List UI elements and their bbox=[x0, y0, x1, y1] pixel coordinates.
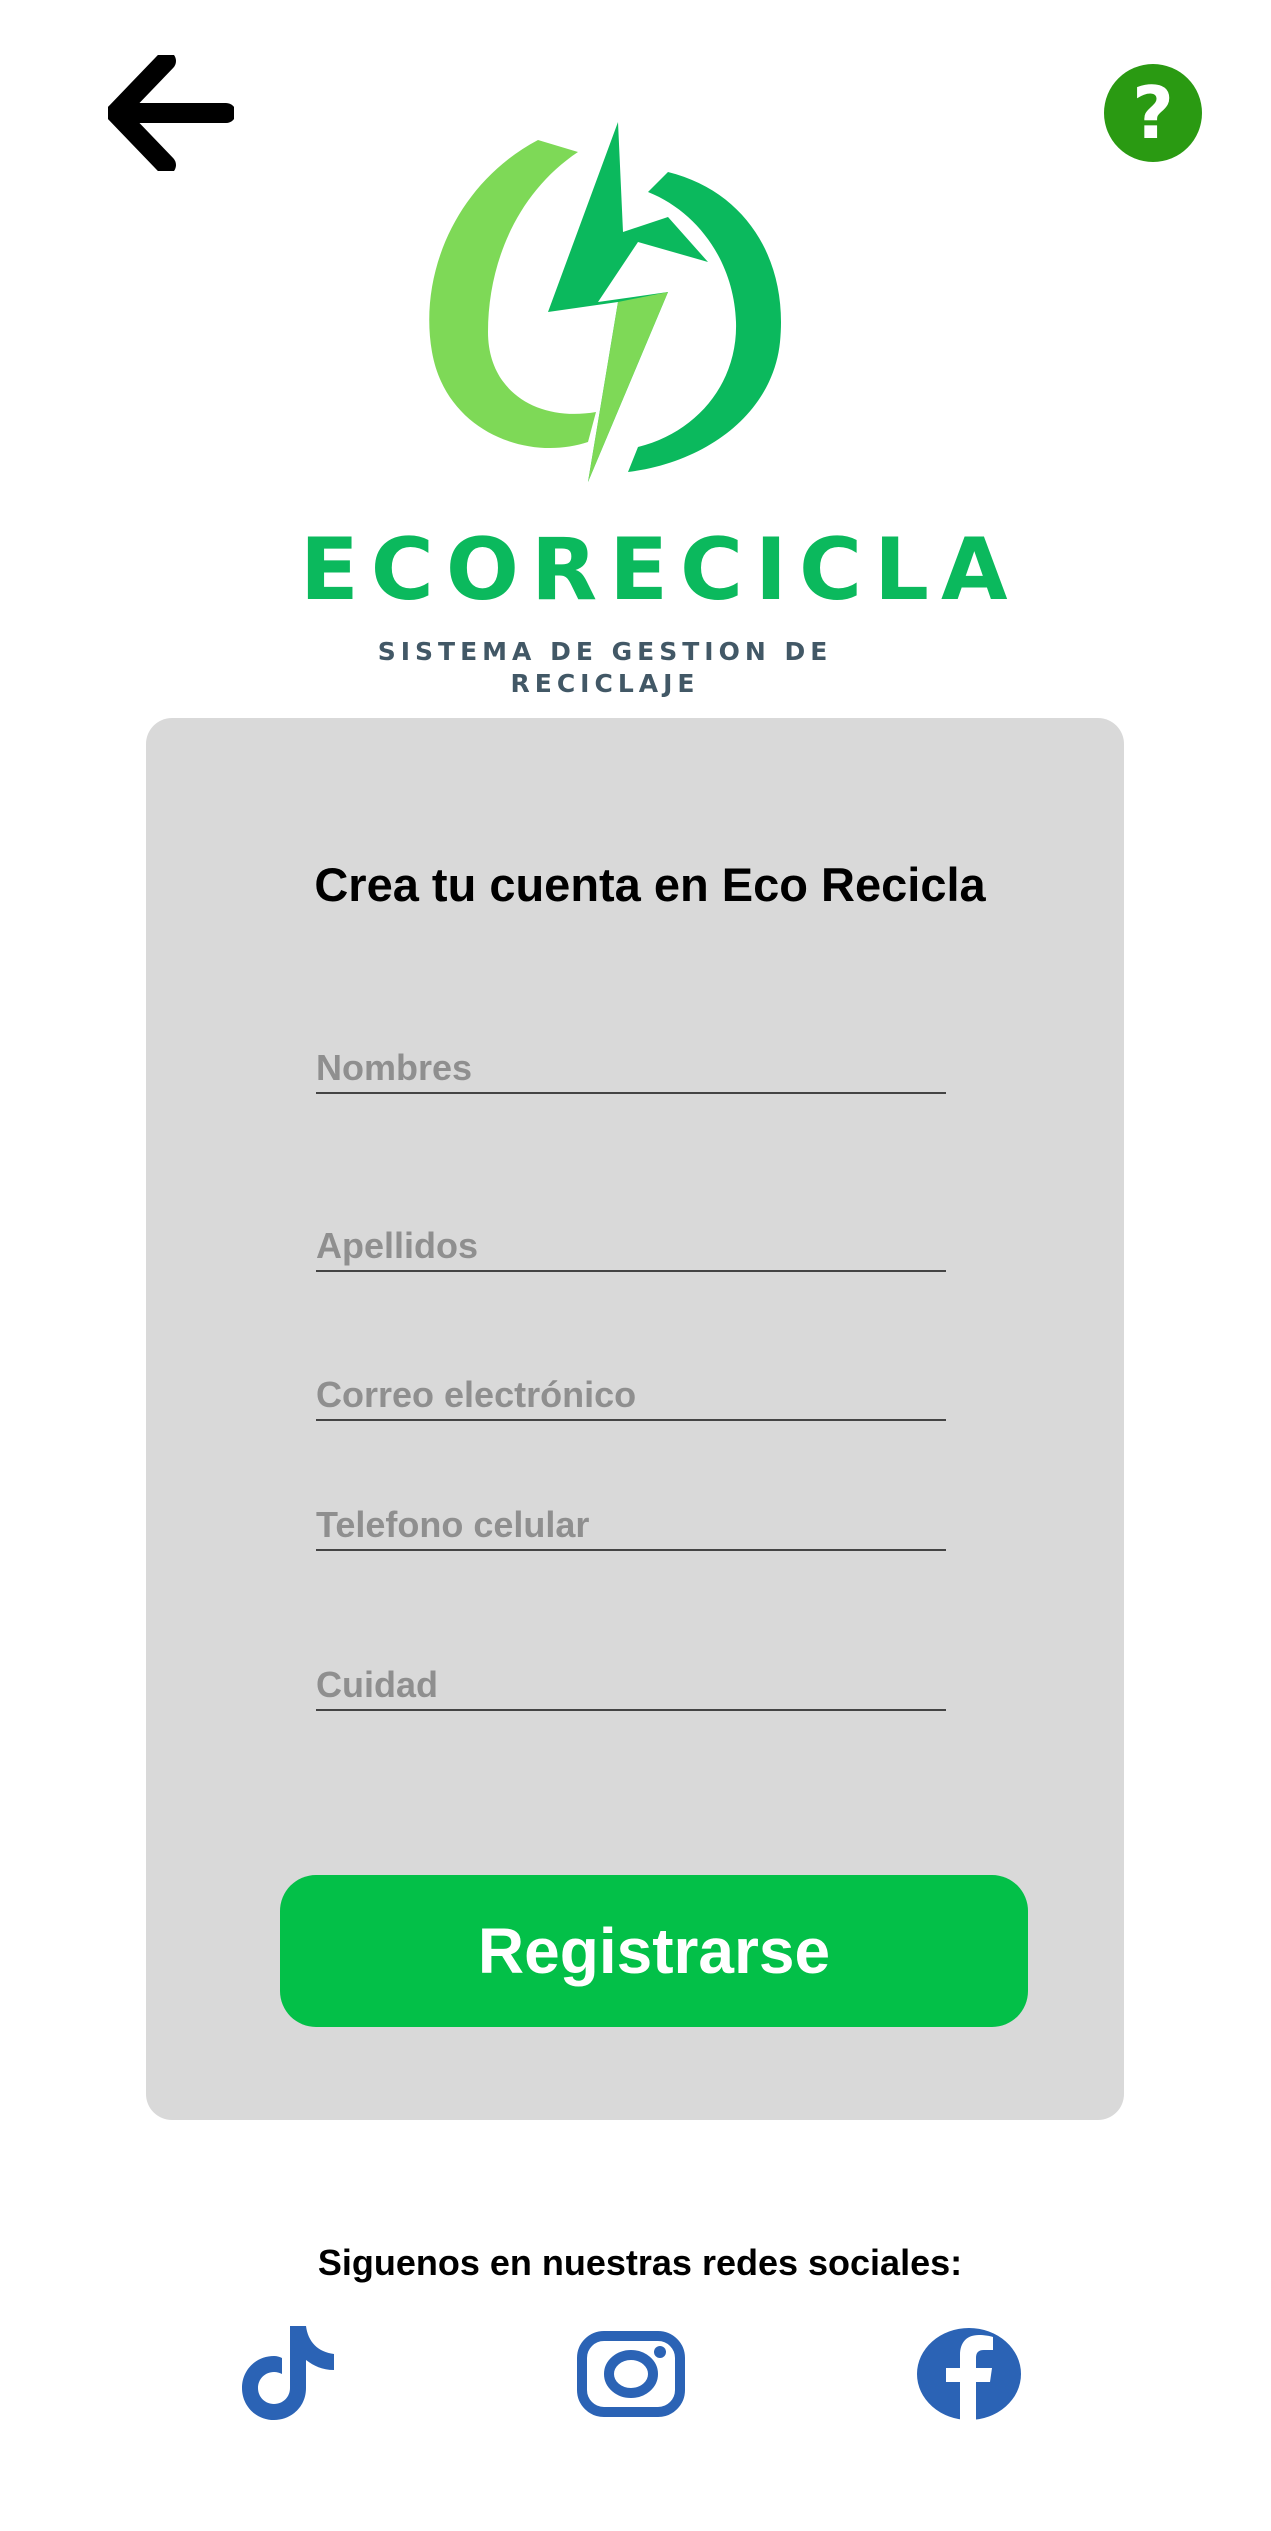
phone-placeholder: Telefono celular bbox=[316, 1504, 590, 1545]
phone-field[interactable]: Telefono celular bbox=[316, 1487, 946, 1551]
back-button[interactable] bbox=[106, 51, 236, 175]
help-button[interactable]: ? bbox=[1104, 64, 1202, 162]
ecorecicla-logo-icon bbox=[429, 122, 782, 482]
tiktok-icon[interactable] bbox=[238, 2322, 338, 2422]
facebook-icon[interactable] bbox=[914, 2326, 1024, 2422]
register-button[interactable]: Registrarse bbox=[280, 1875, 1028, 2027]
brand-name: ECORECICLA bbox=[300, 520, 1020, 620]
last-name-placeholder: Apellidos bbox=[316, 1225, 479, 1266]
last-name-field[interactable]: Apellidos bbox=[316, 1208, 946, 1272]
first-name-field[interactable]: Nombres bbox=[316, 1030, 946, 1094]
form-title: Crea tu cuenta en Eco Recicla bbox=[314, 858, 986, 911]
arrow-left-icon bbox=[106, 51, 236, 175]
social-label: Siguenos en nuestras redes sociales: bbox=[317, 2242, 963, 2283]
email-field[interactable]: Correo electrónico bbox=[316, 1357, 946, 1421]
email-placeholder: Correo electrónico bbox=[316, 1374, 637, 1415]
city-field[interactable]: Cuidad bbox=[316, 1647, 946, 1711]
city-placeholder: Cuidad bbox=[316, 1664, 438, 1705]
first-name-placeholder: Nombres bbox=[316, 1047, 473, 1088]
brand-tagline: SISTEMA DE GESTION DE RECICLAJE bbox=[377, 637, 833, 698]
question-mark-icon: ? bbox=[1132, 71, 1174, 155]
instagram-icon[interactable] bbox=[576, 2330, 686, 2418]
